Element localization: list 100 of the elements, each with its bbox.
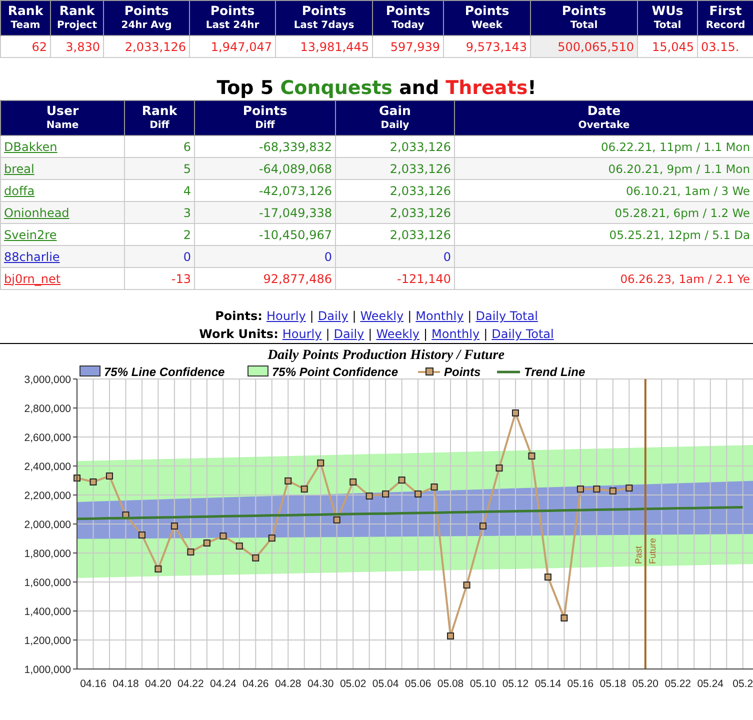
- legend-marker-icon: [418, 368, 440, 376]
- user-link[interactable]: doffa: [4, 184, 35, 198]
- x-tick-label: 05.08: [437, 678, 464, 690]
- nav-link[interactable]: Daily: [318, 307, 348, 325]
- nav-link[interactable]: Hourly: [266, 307, 306, 325]
- column-header: Rank Team: [0, 0, 50, 36]
- table-cell: 9,573,143: [444, 36, 530, 58]
- data-point: [300, 486, 308, 493]
- table-cell: 2,033,126: [104, 36, 190, 58]
- data-point: [236, 542, 243, 550]
- x-tick-label: 05.22: [664, 678, 692, 690]
- link-separator: |: [468, 308, 472, 325]
- data-point: [90, 478, 97, 486]
- data-point: [382, 490, 390, 498]
- y-tick-label: 1,600,000: [24, 577, 71, 589]
- table-cell: -17,049,338: [194, 202, 336, 224]
- y-tick-label: 2,800,000: [24, 403, 71, 415]
- chart-annotation: Past: [633, 546, 644, 564]
- data-point: [528, 452, 536, 460]
- data-point: [463, 582, 470, 589]
- x-tick-label: 05.18: [600, 678, 626, 690]
- x-tick-label: 04.24: [210, 678, 236, 690]
- data-point: [609, 487, 616, 494]
- x-tick-label: 04.30: [307, 678, 334, 690]
- data-point: [220, 532, 227, 540]
- data-point: [398, 476, 406, 484]
- data-point: [593, 486, 600, 493]
- table-cell: -64,089,068: [194, 158, 336, 180]
- link-separator: |: [408, 308, 412, 325]
- table-cell: 3,830: [50, 36, 104, 58]
- legend-label: Points: [444, 365, 481, 379]
- column-header: Date Overtake: [454, 100, 753, 136]
- nav-link[interactable]: Weekly: [376, 325, 420, 343]
- data-point: [268, 534, 276, 542]
- x-tick-label: 05.02: [340, 678, 366, 690]
- y-tick-label: 2,600,000: [24, 432, 71, 444]
- table-cell: 06.20.21, 9pm / 1.1 Mon: [454, 158, 753, 180]
- y-tick-label: 1,000,000: [24, 664, 71, 676]
- table-cell: 3: [124, 202, 194, 224]
- legend-label: 75% Line Confidence: [104, 365, 225, 379]
- table-cell: 0: [194, 246, 336, 268]
- table-cell: 13,981,445: [276, 36, 372, 58]
- link-separator: |: [310, 308, 314, 325]
- link-row-label: Work Units:: [199, 326, 278, 343]
- table-cell: 597,939: [372, 36, 444, 58]
- column-header: Points Diff: [194, 100, 336, 136]
- column-header: First Record: [698, 0, 753, 36]
- nav-link[interactable]: Daily Total: [476, 307, 538, 325]
- y-tick-label: 2,400,000: [24, 461, 71, 473]
- x-tick-label: 05.24: [697, 678, 724, 690]
- data-point: [333, 516, 340, 524]
- y-tick-label: 3,000,000: [24, 374, 71, 386]
- nav-link[interactable]: Hourly: [282, 325, 322, 343]
- column-header: Points Last 24hr: [190, 0, 276, 36]
- chart-annotation: Future: [647, 538, 658, 564]
- column-header: User Name: [0, 100, 124, 136]
- data-point: [252, 554, 260, 562]
- user-link[interactable]: breal: [4, 162, 34, 176]
- x-tick-label: 05.20: [632, 678, 659, 690]
- data-point: [447, 632, 454, 640]
- table-cell: 1,947,047: [190, 36, 276, 58]
- column-header: Points 24hr Avg: [104, 0, 190, 36]
- table-cell: 62: [0, 36, 50, 58]
- nav-link[interactable]: Monthly: [432, 325, 480, 343]
- nav-link[interactable]: Daily Total: [492, 325, 554, 343]
- nav-link[interactable]: Weekly: [360, 307, 404, 325]
- link-separator: |: [424, 326, 428, 343]
- data-point: [138, 532, 146, 539]
- x-tick-label: 05.10: [470, 678, 496, 690]
- x-tick-label: 05.06: [404, 678, 432, 690]
- data-point: [480, 522, 486, 530]
- data-point: [414, 490, 422, 498]
- table-cell: 15,045: [638, 36, 698, 58]
- chart-title: Daily Points Production History / Future: [268, 348, 504, 363]
- section-title: Top 5 Conquests and Threats!: [216, 76, 538, 100]
- y-tick-label: 1,800,000: [24, 548, 71, 560]
- data-point: [496, 464, 503, 472]
- x-tick-label: 04.20: [145, 678, 172, 690]
- table-cell: 05.28.21, 6pm / 1.2 We: [454, 202, 753, 224]
- x-tick-label: 05.2: [732, 678, 753, 690]
- y-tick-label: 2,200,000: [24, 490, 71, 502]
- nav-link[interactable]: Monthly: [416, 307, 464, 325]
- x-tick-label: 05.04: [372, 678, 399, 690]
- x-tick-label: 05.16: [567, 678, 594, 690]
- x-tick-label: 04.22: [178, 678, 204, 690]
- legend-label: Trend Line: [524, 365, 586, 379]
- nav-link[interactable]: Daily: [334, 325, 364, 343]
- legend-label: 75% Point Confidence: [272, 365, 398, 379]
- table-cell: 92,877,486: [194, 268, 336, 290]
- x-tick-label: 05.14: [534, 678, 562, 690]
- legend-line-icon: [497, 370, 520, 374]
- x-tick-label: 05.12: [502, 678, 529, 690]
- x-tick-label: 04.28: [274, 678, 302, 690]
- data-point: [170, 522, 178, 530]
- data-point: [544, 574, 552, 581]
- data-point: [366, 492, 373, 500]
- x-tick-label: 04.26: [242, 678, 269, 690]
- table-cell: 0: [124, 246, 194, 268]
- data-point: [350, 478, 357, 486]
- table-cell: 0: [336, 246, 454, 268]
